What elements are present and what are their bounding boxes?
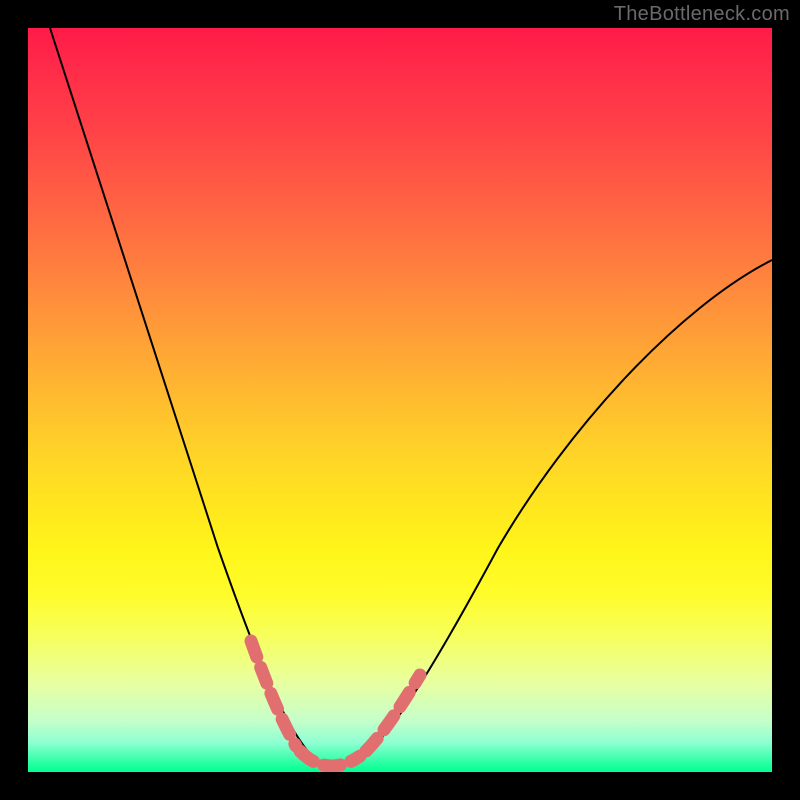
watermark-text: TheBottleneck.com bbox=[614, 3, 790, 26]
plot-area bbox=[28, 28, 772, 772]
highlight-right bbox=[366, 675, 420, 751]
highlight-bottom bbox=[300, 751, 360, 766]
chart-container: TheBottleneck.com bbox=[0, 0, 800, 800]
curve-layer bbox=[28, 28, 772, 772]
highlight-left bbox=[251, 641, 296, 746]
bottleneck-curve bbox=[50, 28, 772, 768]
